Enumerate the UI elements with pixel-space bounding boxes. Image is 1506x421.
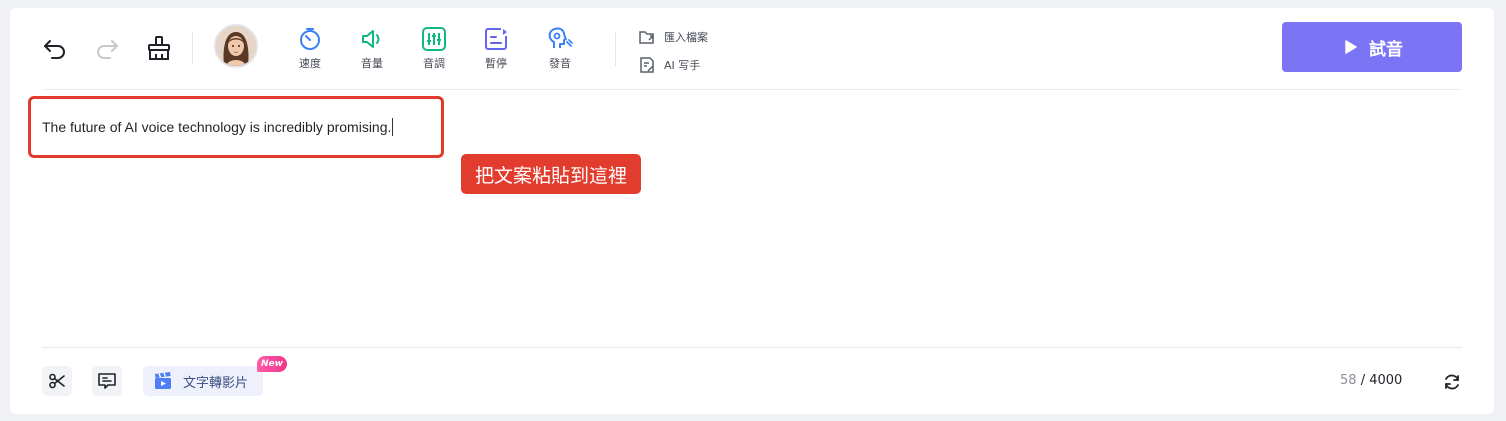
toolbar-separator xyxy=(192,32,193,64)
pronunciation-button[interactable]: 發音 xyxy=(540,26,580,70)
undo-icon[interactable] xyxy=(42,36,68,60)
pitch-icon xyxy=(422,27,446,51)
redo-icon[interactable] xyxy=(94,36,120,60)
ai-writer-label: AI 写手 xyxy=(664,59,701,72)
ai-writer-icon xyxy=(640,57,654,73)
play-icon xyxy=(1345,40,1357,54)
highlight-box xyxy=(28,96,444,158)
volume-icon xyxy=(362,30,380,48)
volume-label: 音量 xyxy=(361,57,383,70)
paste-hint-label: 把文案粘貼到這裡 xyxy=(461,154,641,194)
toolbar: 速度 音量 音調 暫停 發音 匯入檔案 AI 写手 試音 xyxy=(10,8,1494,90)
new-badge: New xyxy=(257,356,287,372)
toolbar-divider xyxy=(42,89,1462,90)
footer-divider xyxy=(42,347,1462,348)
import-file-icon xyxy=(639,31,654,44)
subtitle-button[interactable] xyxy=(92,366,122,396)
subtitle-icon xyxy=(98,373,116,389)
import-file-button[interactable]: 匯入檔案 xyxy=(638,28,708,46)
pitch-button[interactable]: 音調 xyxy=(414,26,454,70)
text-to-video-label: 文字轉影片 xyxy=(183,375,249,391)
pitch-label: 音調 xyxy=(423,57,445,70)
character-counter: 58 / 4000 xyxy=(1340,373,1402,388)
char-limit: / 4000 xyxy=(1360,373,1403,388)
text-to-video-button[interactable]: 文字轉影片 xyxy=(143,366,263,396)
pronunciation-label: 發音 xyxy=(549,57,571,70)
scissors-button[interactable] xyxy=(42,366,72,396)
speed-label: 速度 xyxy=(299,57,321,70)
try-listen-button[interactable]: 試音 xyxy=(1282,22,1462,72)
toolbar-separator xyxy=(615,32,616,66)
char-count: 58 xyxy=(1340,373,1357,388)
ai-writer-button[interactable]: AI 写手 xyxy=(638,56,700,74)
import-file-label: 匯入檔案 xyxy=(664,31,708,44)
speed-button[interactable]: 速度 xyxy=(290,26,330,70)
try-listen-label: 試音 xyxy=(1369,39,1403,60)
volume-button[interactable]: 音量 xyxy=(352,26,392,70)
pronunciation-icon xyxy=(548,27,573,48)
editor-card: 速度 音量 音調 暫停 發音 匯入檔案 AI 写手 試音 The future … xyxy=(10,8,1494,414)
speed-icon xyxy=(300,28,320,50)
pause-label: 暫停 xyxy=(485,57,507,70)
refresh-icon[interactable] xyxy=(1442,372,1462,396)
clapperboard-icon xyxy=(155,372,171,389)
scissors-icon xyxy=(49,373,65,389)
pause-icon xyxy=(485,28,507,50)
broom-icon[interactable] xyxy=(146,35,172,61)
voice-avatar[interactable] xyxy=(214,24,258,68)
pause-button[interactable]: 暫停 xyxy=(476,26,516,70)
